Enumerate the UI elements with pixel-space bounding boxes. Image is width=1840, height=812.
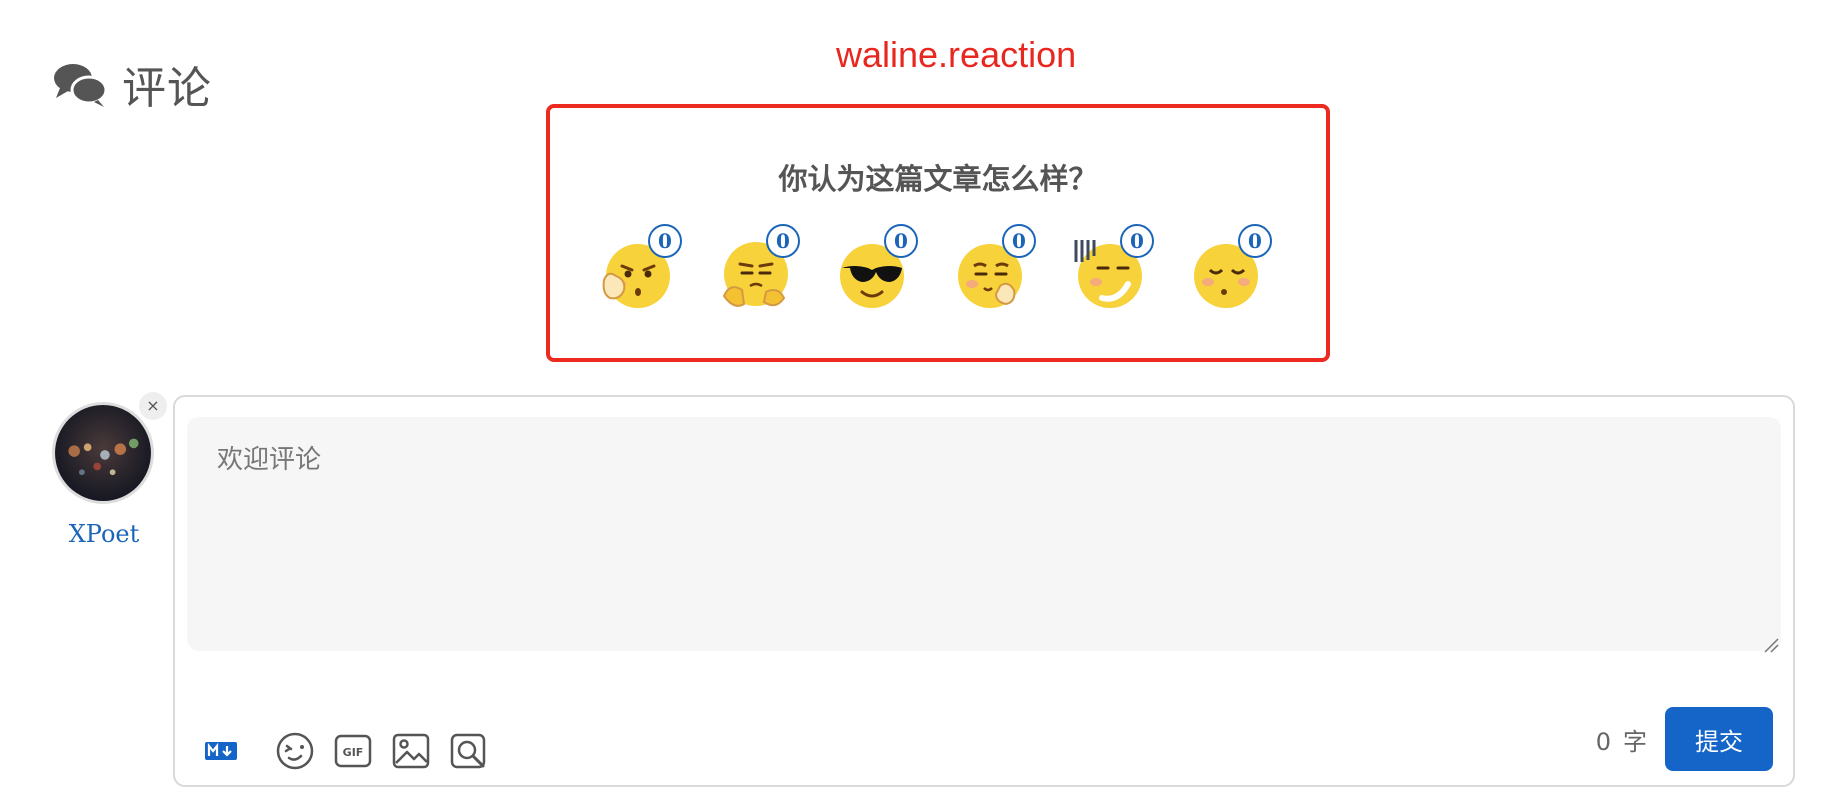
reaction-title: 你认为这篇文章怎么样？ [778, 162, 1098, 196]
image-button[interactable] [391, 731, 431, 771]
reaction-item-cool[interactable]: 0 [832, 224, 918, 314]
avatar[interactable] [52, 402, 154, 504]
word-count-unit: 字 [1623, 727, 1647, 756]
markdown-button[interactable] [201, 731, 241, 771]
reaction-item-thinking[interactable]: 0 [596, 224, 682, 314]
reaction-item-doubt[interactable]: 0 [950, 224, 1036, 314]
reaction-list: 0 0 0 0 0 0 [596, 224, 1272, 314]
comment-editor: GIF 0字 提交 [173, 395, 1795, 787]
avatar-image [55, 405, 151, 501]
emoji-icon [276, 732, 314, 770]
comments-icon [54, 64, 108, 107]
reaction-item-disdain[interactable]: 0 [714, 224, 800, 314]
close-icon[interactable]: × [139, 392, 167, 420]
preview-icon [450, 733, 486, 769]
reaction-count: 0 [766, 224, 800, 258]
image-icon [392, 733, 430, 769]
gif-icon: GIF [334, 734, 372, 768]
resize-handle-icon[interactable] [1763, 637, 1779, 653]
preview-button[interactable] [449, 731, 489, 771]
reaction-count: 0 [1002, 224, 1036, 258]
submit-button[interactable]: 提交 [1665, 707, 1773, 771]
reaction-count: 0 [1238, 224, 1272, 258]
word-count-number: 0 [1595, 727, 1611, 756]
reaction-count: 0 [648, 224, 682, 258]
comment-textarea[interactable] [187, 417, 1781, 651]
reaction-count: 0 [884, 224, 918, 258]
annotation-label: waline.reaction [836, 34, 1077, 75]
reaction-item-sleepy[interactable]: 0 [1186, 224, 1272, 314]
reaction-item-speechless[interactable]: 0 [1068, 224, 1154, 314]
svg-text:GIF: GIF [343, 746, 364, 759]
comment-header: 评论 [52, 52, 212, 116]
editor-footer: 0字 提交 [1596, 707, 1773, 771]
word-count: 0字 [1596, 722, 1647, 757]
markdown-icon [205, 742, 237, 760]
username-link[interactable]: XPoet [52, 520, 156, 548]
gif-button[interactable]: GIF [333, 731, 373, 771]
page-title: 评论 [122, 63, 212, 114]
reaction-panel: 你认为这篇文章怎么样？ 0 0 0 0 0 0 [546, 104, 1330, 362]
emoji-button[interactable] [275, 731, 315, 771]
reaction-count: 0 [1120, 224, 1154, 258]
user-avatar-block: × [52, 392, 167, 504]
editor-toolbar: GIF [201, 731, 489, 771]
